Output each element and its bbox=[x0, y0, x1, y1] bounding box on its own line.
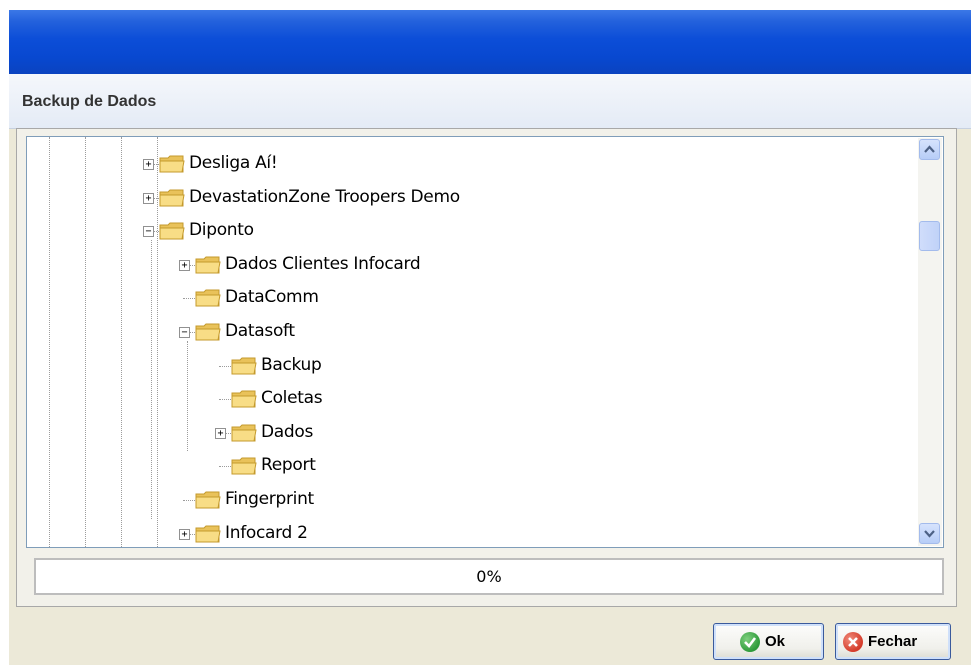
folder-icon bbox=[195, 255, 221, 275]
tree-node-label: Diponto bbox=[189, 220, 254, 241]
folder-tree[interactable]: + Desliga Aí! + DevastationZone Troopers De… bbox=[26, 136, 944, 548]
folder-icon bbox=[159, 221, 185, 241]
tree-node-label: Backup bbox=[261, 354, 322, 375]
progress-bar: 0% bbox=[34, 558, 944, 595]
tree-node[interactable]: Backup bbox=[27, 351, 907, 381]
tree-node[interactable]: − Datasoft bbox=[27, 317, 907, 347]
folder-icon bbox=[231, 423, 257, 443]
tree-node[interactable]: − Diponto bbox=[27, 216, 907, 246]
folder-icon bbox=[231, 456, 257, 476]
tree-node-label: Fingerprint bbox=[225, 489, 314, 509]
scroll-thumb[interactable] bbox=[919, 221, 940, 251]
collapse-icon[interactable]: − bbox=[179, 327, 190, 338]
close-button-label: Fechar bbox=[868, 633, 918, 650]
tree-node-label: Dados Clientes Infocard bbox=[225, 253, 421, 274]
folder-icon bbox=[159, 188, 185, 208]
tree-node[interactable]: Report bbox=[27, 451, 907, 481]
chevron-down-icon bbox=[924, 530, 935, 538]
tree-node-label: Coletas bbox=[261, 388, 323, 409]
tree-node[interactable]: Coletas bbox=[27, 384, 907, 414]
collapse-icon[interactable]: − bbox=[143, 226, 154, 238]
tree-node-label: DevastationZone Troopers Demo bbox=[189, 186, 460, 207]
tree-node[interactable]: + Dados Clientes Infocard bbox=[27, 250, 907, 280]
progress-text: 0% bbox=[476, 567, 502, 586]
ok-button[interactable]: Ok bbox=[713, 623, 824, 660]
scroll-up-button[interactable] bbox=[919, 139, 940, 160]
tree-node[interactable]: + DevastationZone Troopers Demo bbox=[27, 183, 907, 213]
tree-node-label: Report bbox=[261, 455, 316, 476]
tree-node[interactable]: + Infocard 2 bbox=[27, 519, 907, 547]
check-icon bbox=[740, 631, 760, 652]
expand-icon[interactable]: + bbox=[143, 159, 154, 170]
tree-node-label: DataComm bbox=[225, 287, 319, 308]
vertical-scrollbar[interactable] bbox=[918, 138, 942, 546]
title-bar[interactable] bbox=[9, 10, 971, 74]
folder-icon bbox=[231, 389, 257, 409]
expand-icon[interactable]: + bbox=[179, 259, 190, 271]
scroll-down-button[interactable] bbox=[919, 523, 940, 544]
tree-node-label: Datasoft bbox=[225, 321, 295, 341]
folder-icon bbox=[195, 288, 221, 308]
tree-node-label: Dados bbox=[261, 421, 314, 442]
tree-node[interactable]: + Desliga Aí! bbox=[27, 149, 907, 179]
folder-icon bbox=[159, 154, 185, 174]
dialog-title: Backup de Dados bbox=[22, 93, 157, 110]
ok-button-label: Ok bbox=[765, 633, 786, 650]
chevron-up-icon bbox=[924, 145, 935, 153]
close-button[interactable]: Fechar bbox=[835, 623, 951, 660]
tree-node-label: Infocard 2 bbox=[225, 522, 308, 543]
folder-icon bbox=[195, 490, 221, 510]
tree-node[interactable]: + Dados bbox=[27, 418, 907, 448]
folder-icon bbox=[231, 356, 257, 376]
tree-node[interactable]: Fingerprint bbox=[27, 485, 907, 515]
expand-icon[interactable]: + bbox=[215, 427, 226, 439]
expand-icon[interactable]: + bbox=[143, 192, 154, 204]
close-icon bbox=[843, 631, 863, 652]
tree-node[interactable]: DataComm bbox=[27, 283, 907, 313]
folder-icon bbox=[195, 524, 221, 544]
tree-node-label: Desliga Aí! bbox=[189, 153, 278, 173]
expand-icon[interactable]: + bbox=[179, 528, 190, 540]
dialog-header: Backup de Dados bbox=[9, 74, 971, 129]
folder-icon bbox=[195, 322, 221, 342]
